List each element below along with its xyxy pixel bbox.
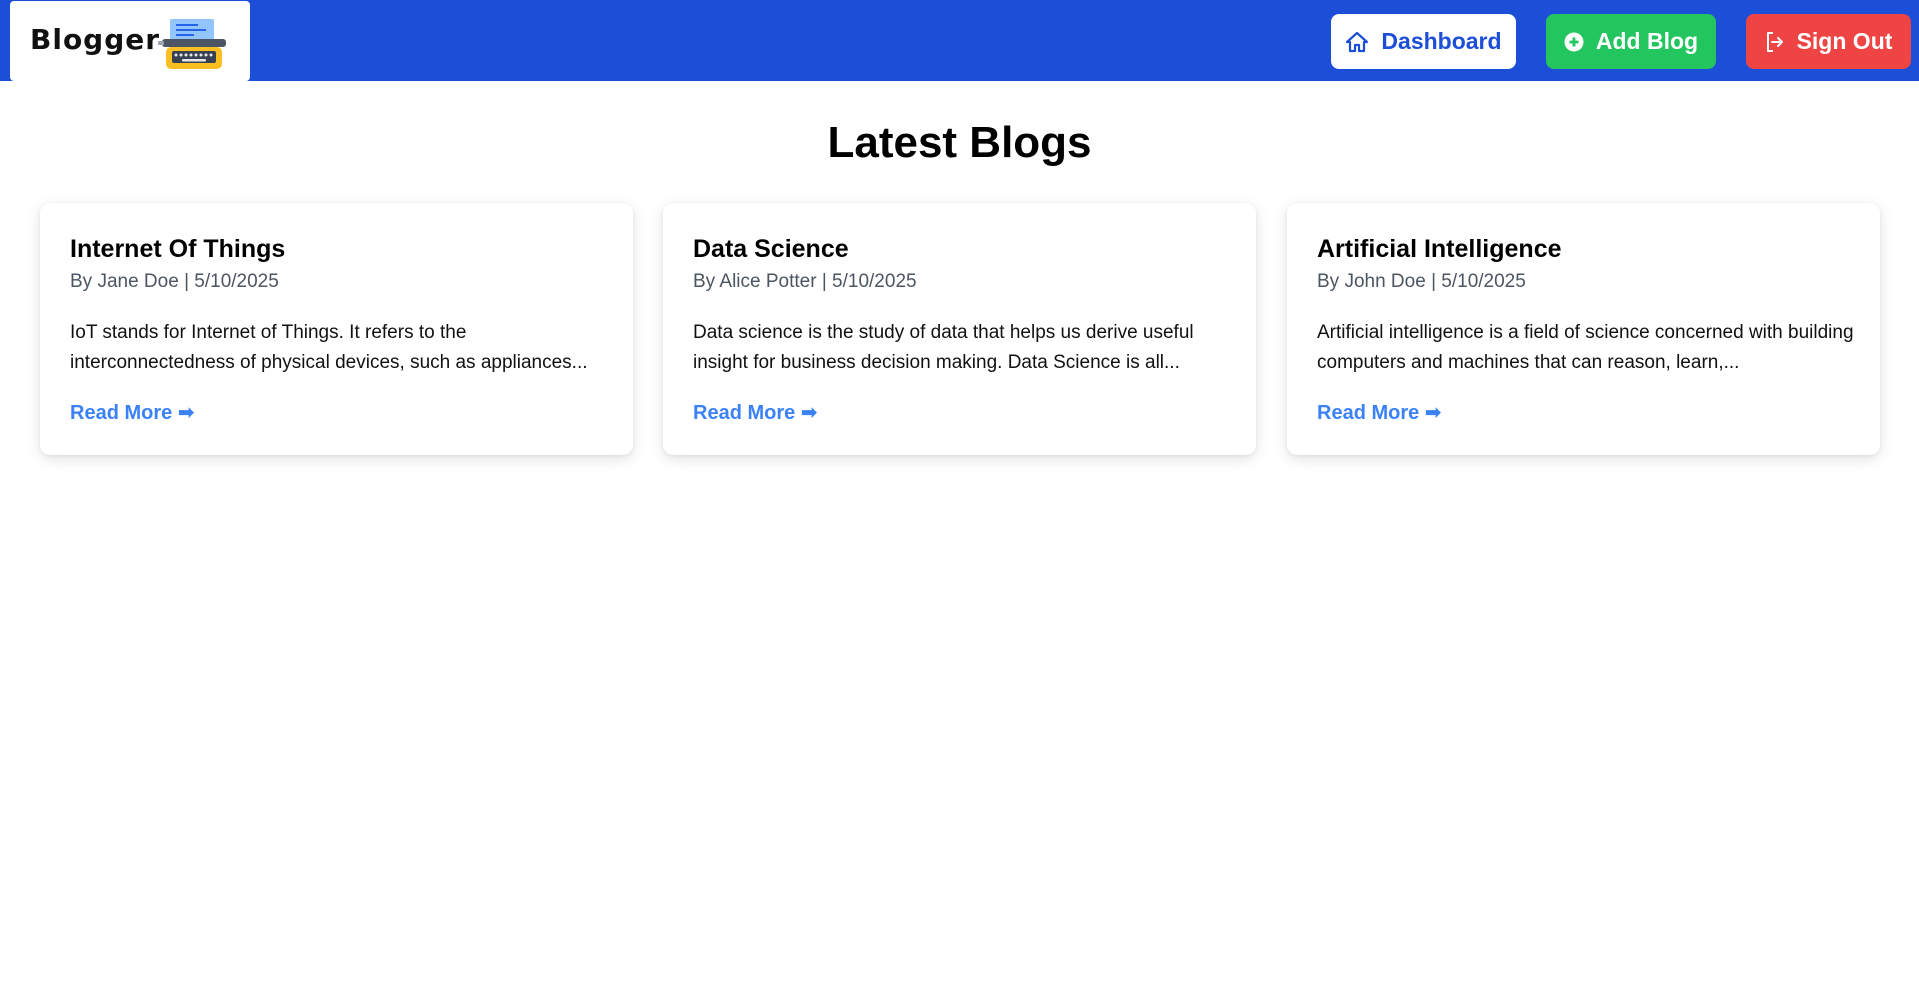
plus-circle-icon [1564,32,1584,51]
blog-excerpt: Artificial intelligence is a field of sc… [1317,322,1854,373]
read-more-link[interactable]: Read More ➡ [693,400,818,425]
blog-meta: By Jane Doe | 5/10/2025 [70,271,279,292]
top-navbar: Blogger Dashboard Add Blog Sign Out [0,0,1919,81]
sign-out-label: Sign Out [1796,28,1893,54]
brand-name: Blogger [30,23,161,56]
blog-card: Artificial Intelligence By John Doe | 5/… [1287,203,1880,455]
typewriter-icon [158,19,226,69]
blog-excerpt: IoT stands for Internet of Things. It re… [70,322,588,373]
add-blog-button[interactable]: Add Blog [1546,14,1716,69]
blog-title: Artificial Intelligence [1317,235,1562,263]
blog-meta: By John Doe | 5/10/2025 [1317,271,1526,292]
sign-out-icon [1766,31,1783,52]
blog-title: Internet Of Things [70,235,286,263]
brand-logo[interactable]: Blogger [10,1,250,81]
add-blog-label: Add Blog [1595,28,1699,54]
dashboard-button[interactable]: Dashboard [1331,14,1516,69]
blog-excerpt: Data science is the study of data that h… [693,322,1194,373]
blog-card: Internet Of Things By Jane Doe | 5/10/20… [40,203,633,455]
blog-meta: By Alice Potter | 5/10/2025 [693,271,917,292]
sign-out-button[interactable]: Sign Out [1746,14,1911,69]
blog-card: Data Science By Alice Potter | 5/10/2025… [663,203,1256,455]
home-icon [1346,31,1369,52]
read-more-link[interactable]: Read More ➡ [70,400,195,425]
read-more-link[interactable]: Read More ➡ [1317,400,1442,425]
page-title: Latest Blogs [827,118,1092,167]
dashboard-label: Dashboard [1381,28,1502,54]
blog-title: Data Science [693,235,849,263]
